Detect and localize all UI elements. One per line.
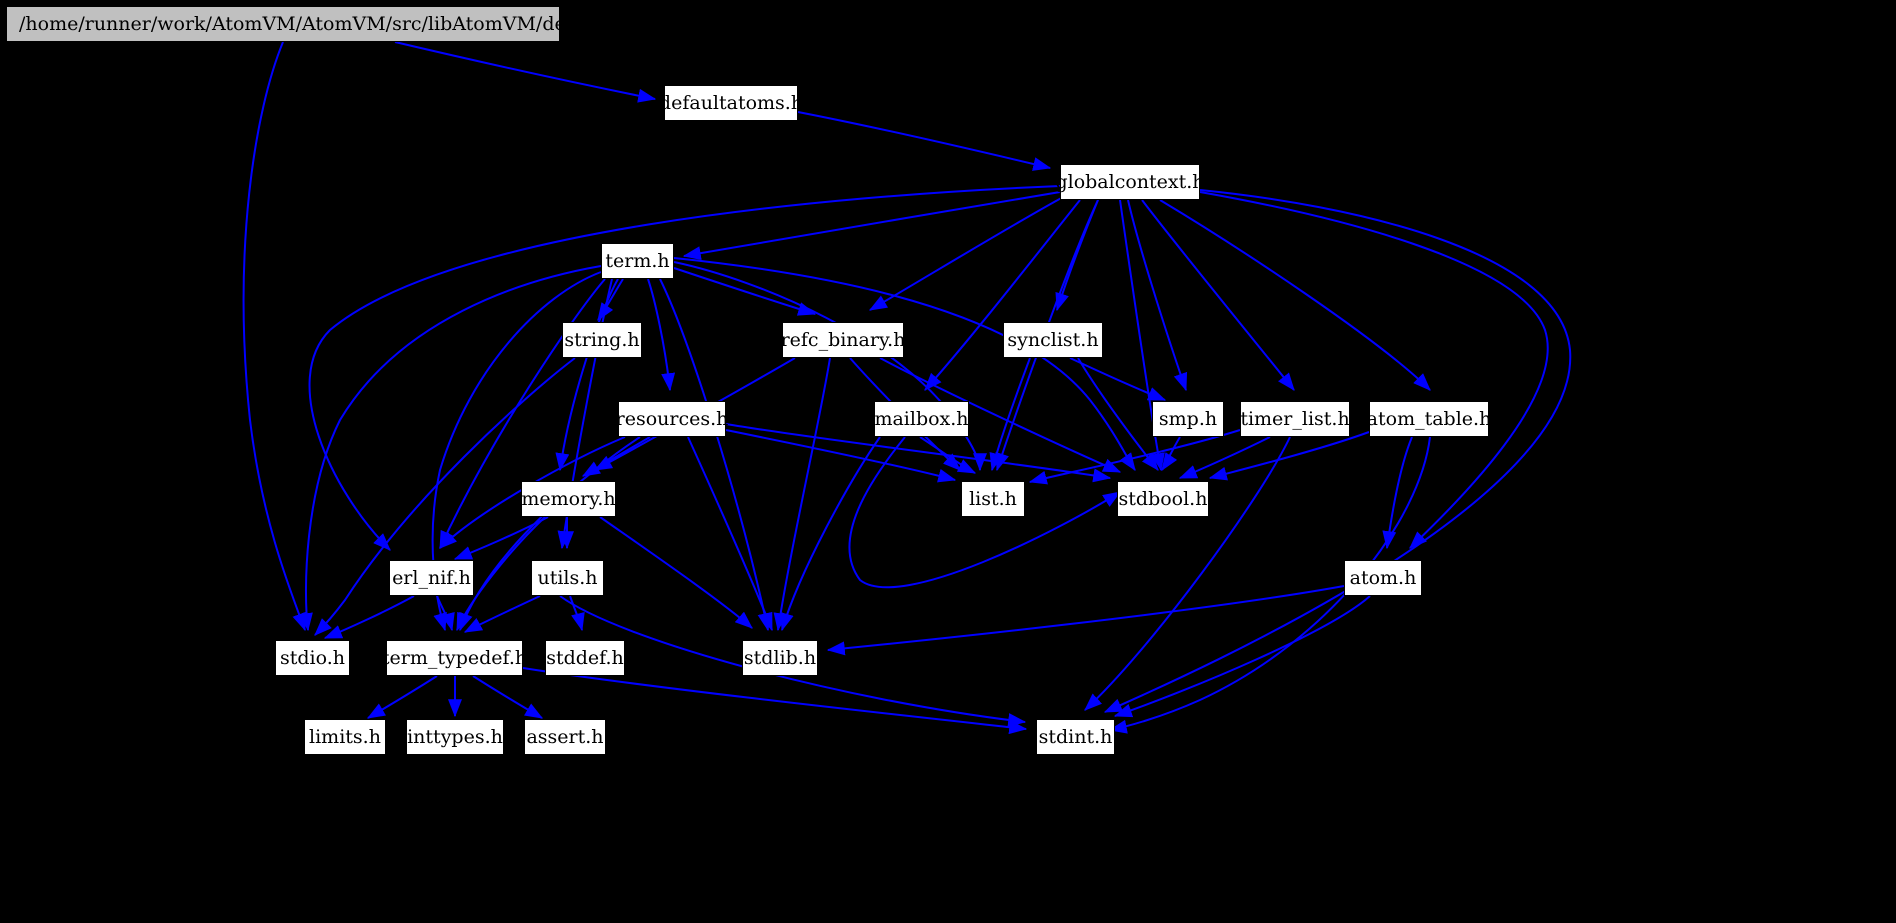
- node-label: smp.h: [1158, 407, 1218, 430]
- node-synclist-h[interactable]: synclist.h: [1003, 322, 1103, 358]
- node-globalcontext-h[interactable]: globalcontext.h: [1055, 164, 1205, 200]
- edge-globalcontext-h-to-timer-list-h: [1141, 199, 1295, 391]
- node-label: stdint.h: [1038, 725, 1113, 748]
- node-label: timer_list.h: [1240, 407, 1350, 430]
- edge-synclist-h-to-list-h: [989, 357, 1031, 472]
- node-label: atom_table.h: [1366, 407, 1492, 430]
- node-assert-h[interactable]: assert.h: [524, 719, 606, 755]
- edge-resources-h-to-term-typedef-h: [459, 436, 641, 632]
- node-string-h[interactable]: string.h: [562, 322, 642, 358]
- node-refc-binary-h[interactable]: refc_binary.h: [780, 322, 906, 358]
- node-resources-h[interactable]: resources.h: [615, 401, 729, 437]
- node-label: utils.h: [537, 566, 598, 589]
- edge-globalcontext-h-to-atom-h: [1199, 191, 1549, 549]
- node-label: inttypes.h: [407, 725, 503, 748]
- edge-mailbox-h-to-stdlib-h: [780, 436, 881, 632]
- edge-memory-h-to-stdlib-h: [599, 516, 753, 629]
- node-term-h[interactable]: term.h: [601, 243, 674, 279]
- node-memory-h[interactable]: memory.h: [521, 481, 616, 517]
- edge-globalcontext-h-to-synclist-h: [1055, 199, 1099, 312]
- edge-term-typedef-h-to-assert-h: [472, 675, 544, 719]
- edge-timer-list-h-to-stdint-h: [1084, 436, 1291, 711]
- graph-edges-canvas: [242, 41, 1572, 735]
- node-smp-h[interactable]: smp.h: [1152, 401, 1224, 437]
- node-label: /home/runner/work/AtomVM/AtomVM/src/libA…: [19, 12, 685, 35]
- edge-defaultatoms-h-to-globalcontext-h: [797, 111, 1052, 171]
- edge-globalcontext-h-to-atom-table-h: [1159, 199, 1431, 391]
- edge-globalcontext-h-to-mailbox-h: [924, 199, 1081, 391]
- edge-timer-list-h-to-list-h: [1028, 429, 1241, 485]
- edge-utils-h-to-stddef-h: [569, 595, 585, 632]
- edge-smp-h-to-stdbool-h: [1161, 436, 1181, 471]
- node-label: erl_nif.h: [392, 566, 471, 589]
- node-stdint-h[interactable]: stdint.h: [1036, 719, 1115, 755]
- node-label: list.h: [969, 487, 1017, 510]
- edge-globalcontext-h-to-smp-h: [1127, 199, 1188, 392]
- edge-atom-table-h-to-atom-h: [1382, 436, 1413, 550]
- node-label: memory.h: [521, 487, 616, 510]
- node-defaultatoms-h[interactable]: defaultatoms.h: [659, 85, 803, 121]
- node-defaultatoms-c[interactable]: /home/runner/work/AtomVM/AtomVM/src/libA…: [6, 6, 685, 42]
- node-label: defaultatoms.h: [658, 91, 804, 114]
- node-atom-h[interactable]: atom.h: [1344, 560, 1422, 596]
- node-stddef-h[interactable]: stddef.h: [545, 640, 625, 676]
- edge-globalcontext-h-to-erl-nif-h: [308, 185, 1061, 551]
- edge-globalcontext-h-to-refc-binary-h: [868, 195, 1066, 311]
- node-erl-nif-h[interactable]: erl_nif.h: [389, 560, 474, 596]
- edge-defaultatoms-c-to-defaultatoms-h: [394, 41, 657, 103]
- edge-defaultatoms-c-to-stdio-h: [242, 41, 306, 632]
- node-inttypes-h[interactable]: inttypes.h: [406, 719, 504, 755]
- node-label: resources.h: [615, 407, 729, 430]
- node-limits-h[interactable]: limits.h: [304, 719, 386, 755]
- node-label: stddef.h: [546, 646, 624, 669]
- node-timer-list-h[interactable]: timer_list.h: [1240, 401, 1350, 437]
- edge-term-h-to-stdlib-h: [659, 278, 772, 632]
- node-term-typedef-h[interactable]: term_typedef.h: [382, 640, 527, 676]
- node-stdlib-h[interactable]: stdlib.h: [742, 640, 818, 676]
- node-label: string.h: [564, 328, 640, 351]
- node-label: term_typedef.h: [381, 646, 528, 669]
- node-label: synclist.h: [1007, 328, 1099, 351]
- edge-term-h-to-memory-h: [555, 278, 619, 472]
- node-label: stdbool.h: [1118, 487, 1208, 510]
- edge-refc-binary-h-to-stdlib-h: [773, 357, 831, 632]
- node-list-h[interactable]: list.h: [961, 481, 1025, 517]
- node-label: globalcontext.h: [1055, 170, 1205, 193]
- node-stdio-h[interactable]: stdio.h: [275, 640, 350, 676]
- node-label: atom.h: [1349, 566, 1417, 589]
- edge-utils-h-to-term-typedef-h: [463, 595, 541, 633]
- node-label: mailbox.h: [874, 407, 969, 430]
- dependency-graph: /home/runner/work/AtomVM/AtomVM/src/libA…: [0, 0, 1896, 923]
- node-label: term.h: [605, 249, 670, 272]
- node-utils-h[interactable]: utils.h: [531, 560, 604, 596]
- node-label: stdio.h: [279, 646, 345, 669]
- node-label: stdlib.h: [743, 646, 817, 669]
- node-atom-table-h[interactable]: atom_table.h: [1366, 401, 1492, 437]
- node-label: limits.h: [309, 725, 381, 748]
- edge-term-typedef-h-to-limits-h: [366, 675, 438, 719]
- edge-atom-h-to-stdlib-h: [826, 585, 1345, 656]
- edge-resources-h-to-stdlib-h: [687, 436, 773, 632]
- node-mailbox-h[interactable]: mailbox.h: [874, 401, 969, 437]
- edge-erl-nif-h-to-stdio-h: [323, 595, 415, 639]
- node-label: refc_binary.h: [780, 328, 906, 351]
- node-label: assert.h: [526, 725, 604, 748]
- edges-group: [242, 41, 1572, 735]
- node-stdbool-h[interactable]: stdbool.h: [1117, 481, 1209, 517]
- edge-globalcontext-h-to-term-h: [682, 191, 1061, 261]
